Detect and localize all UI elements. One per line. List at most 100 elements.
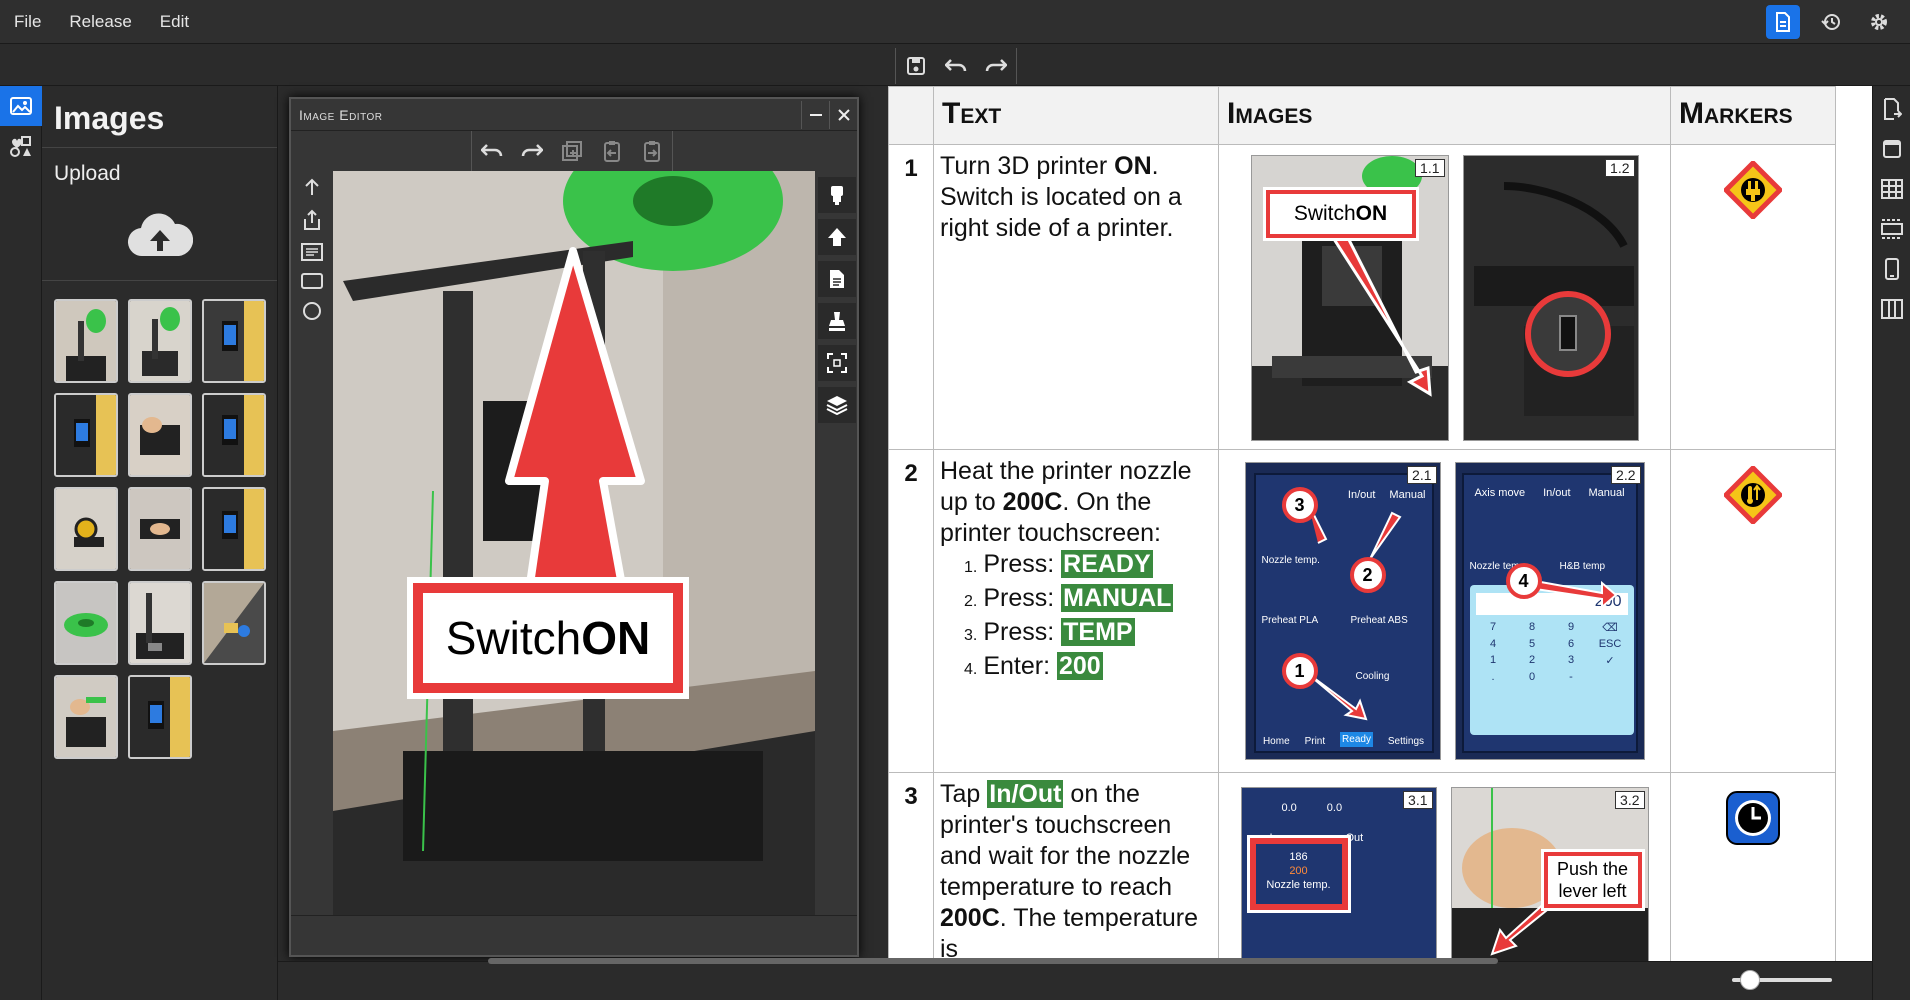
history-button[interactable] xyxy=(1814,5,1848,39)
zoom-slider[interactable] xyxy=(1732,970,1832,990)
images-panel: Images Upload xyxy=(42,86,278,1000)
image-canvas[interactable]: Switch ON xyxy=(333,171,815,915)
step-item: 3. Press: TEMP xyxy=(964,618,1135,646)
stamp-tool-button[interactable] xyxy=(818,303,856,339)
row-image-3-1[interactable]: 0.00.0 Out In 3.1 186 200 Nozzle temp. xyxy=(1240,787,1437,961)
power-plug-marker-icon xyxy=(1722,159,1784,221)
header-images: Images xyxy=(1218,86,1671,145)
redo-button[interactable] xyxy=(976,48,1016,84)
row-image-3-2[interactable]: 3.2 Push the lever left xyxy=(1450,787,1649,961)
editor-undo-button[interactable] xyxy=(472,131,512,171)
images-tab-button[interactable] xyxy=(0,86,42,126)
phone-icon xyxy=(1884,258,1899,280)
document-view-button[interactable] xyxy=(1766,4,1800,39)
image-thumbnail[interactable] xyxy=(54,675,118,759)
step-item: 1. Press: READY xyxy=(964,550,1153,578)
image-thumbnail[interactable] xyxy=(128,675,192,759)
circle-tool-icon[interactable] xyxy=(302,301,322,321)
step-item: 4. Enter: 200 xyxy=(964,652,1103,680)
left-rail xyxy=(0,86,42,1000)
layers-tool-button[interactable] xyxy=(818,387,856,423)
row-images: 0.00.0 Out In 3.1 186 200 Nozzle temp. xyxy=(1218,772,1671,961)
image-editor-titlebar[interactable]: Image Editor xyxy=(291,99,857,131)
columns-layout-button[interactable] xyxy=(1875,292,1909,326)
settings-button[interactable] xyxy=(1862,5,1896,39)
rectangle-tool-icon[interactable] xyxy=(301,273,323,289)
minimize-button[interactable] xyxy=(801,100,829,129)
header-layout-button[interactable] xyxy=(1875,132,1909,166)
menu-edit[interactable]: Edit xyxy=(146,12,203,32)
row-image-1-2[interactable]: 1.2 xyxy=(1462,155,1639,441)
export-document-icon xyxy=(1883,98,1902,120)
instruction-table: Text Images Markers 1 Turn 3D printer ON… xyxy=(888,86,1872,961)
up-arrow-tool-button[interactable] xyxy=(818,219,856,255)
menu-file[interactable]: File xyxy=(0,12,55,32)
image-label: 1.2 xyxy=(1605,159,1635,177)
menu-release[interactable]: Release xyxy=(55,12,145,32)
image-thumbnail[interactable] xyxy=(128,581,192,665)
document-icon xyxy=(1776,11,1790,32)
editor-left-tools xyxy=(291,171,333,911)
row-image-1-1[interactable]: 1.1 Switch ON xyxy=(1250,155,1449,441)
row-text[interactable]: Turn 3D printer ON. Switch is located on… xyxy=(933,144,1219,450)
upload-button[interactable] xyxy=(42,212,277,258)
row-image-2-2[interactable]: Axis move In/out Manual Nozzle temp. H&B t… xyxy=(1454,462,1645,760)
table-layout-button[interactable] xyxy=(1875,172,1909,206)
row-marker[interactable] xyxy=(1670,449,1836,773)
paste-in-button[interactable] xyxy=(592,131,632,171)
paste-out-button[interactable] xyxy=(632,131,672,171)
push-lever-callout: Push the lever left xyxy=(1540,849,1645,911)
row-text[interactable]: Tap In/Out on the printer's touchscreen … xyxy=(933,772,1219,961)
step-item: 2. Press: MANUAL xyxy=(964,584,1174,612)
image-thumbnail[interactable] xyxy=(202,487,266,571)
horizontal-scrollbar[interactable] xyxy=(488,958,1498,964)
share-tool-icon[interactable] xyxy=(302,209,322,231)
undo-icon xyxy=(481,144,503,157)
arrow-tool-icon[interactable] xyxy=(302,177,322,197)
step-marker-4: 4 xyxy=(1505,563,1542,599)
markers-tab-button[interactable] xyxy=(0,126,42,166)
crop-tool-button[interactable] xyxy=(818,345,856,381)
image-thumbnail[interactable] xyxy=(54,581,118,665)
minimize-icon xyxy=(809,113,822,116)
layers-icon xyxy=(826,396,848,415)
image-editor-toolbar xyxy=(291,131,857,171)
editor-redo-button[interactable] xyxy=(512,131,552,171)
row-image-2-1[interactable]: In/out Manual Nozzle temp. Preheat PLA Pr… xyxy=(1244,462,1441,760)
document-tool-button[interactable] xyxy=(818,261,856,297)
save-icon xyxy=(907,57,925,75)
image-thumbnail[interactable] xyxy=(202,581,266,665)
row-text[interactable]: Heat the printer nozzle up to 200C. On t… xyxy=(933,449,1219,773)
row-marker[interactable] xyxy=(1670,144,1836,450)
row-number: 3 xyxy=(888,772,934,961)
undo-button[interactable] xyxy=(936,48,976,84)
save-button[interactable] xyxy=(896,48,936,84)
add-copy-icon xyxy=(562,141,582,161)
marker-tool-button[interactable] xyxy=(818,177,856,213)
switch-on-callout-large[interactable]: Switch ON xyxy=(407,577,689,699)
table-row: 1 Turn 3D printer ON. Switch is located … xyxy=(888,144,1873,450)
stamp-icon xyxy=(829,312,845,331)
row-images: 1.1 Switch ON 1.2 xyxy=(1218,144,1671,450)
image-editor-window: Image Editor Switch ON xyxy=(289,97,859,957)
image-thumbnail[interactable] xyxy=(128,393,192,477)
image-thumbnail[interactable] xyxy=(128,299,192,383)
row-marker[interactable] xyxy=(1670,772,1836,961)
text-tool-icon[interactable] xyxy=(301,243,323,261)
image-thumbnail[interactable] xyxy=(54,393,118,477)
wide-layout-button[interactable] xyxy=(1875,212,1909,246)
upload-label: Upload xyxy=(54,162,121,185)
mobile-layout-button[interactable] xyxy=(1875,252,1909,286)
clipboard-in-icon xyxy=(604,141,620,162)
close-button[interactable] xyxy=(829,100,857,129)
export-button[interactable] xyxy=(1875,92,1909,126)
document-toolbar xyxy=(0,44,1910,86)
image-thumbnail[interactable] xyxy=(54,299,118,383)
zoom-slider-knob[interactable] xyxy=(1740,970,1760,990)
image-thumbnail[interactable] xyxy=(54,487,118,571)
add-copy-button[interactable] xyxy=(552,131,592,171)
image-thumbnail[interactable] xyxy=(202,393,266,477)
image-thumbnail[interactable] xyxy=(202,299,266,383)
image-thumbnail[interactable] xyxy=(128,487,192,571)
image-editor-title: Image Editor xyxy=(299,106,383,123)
